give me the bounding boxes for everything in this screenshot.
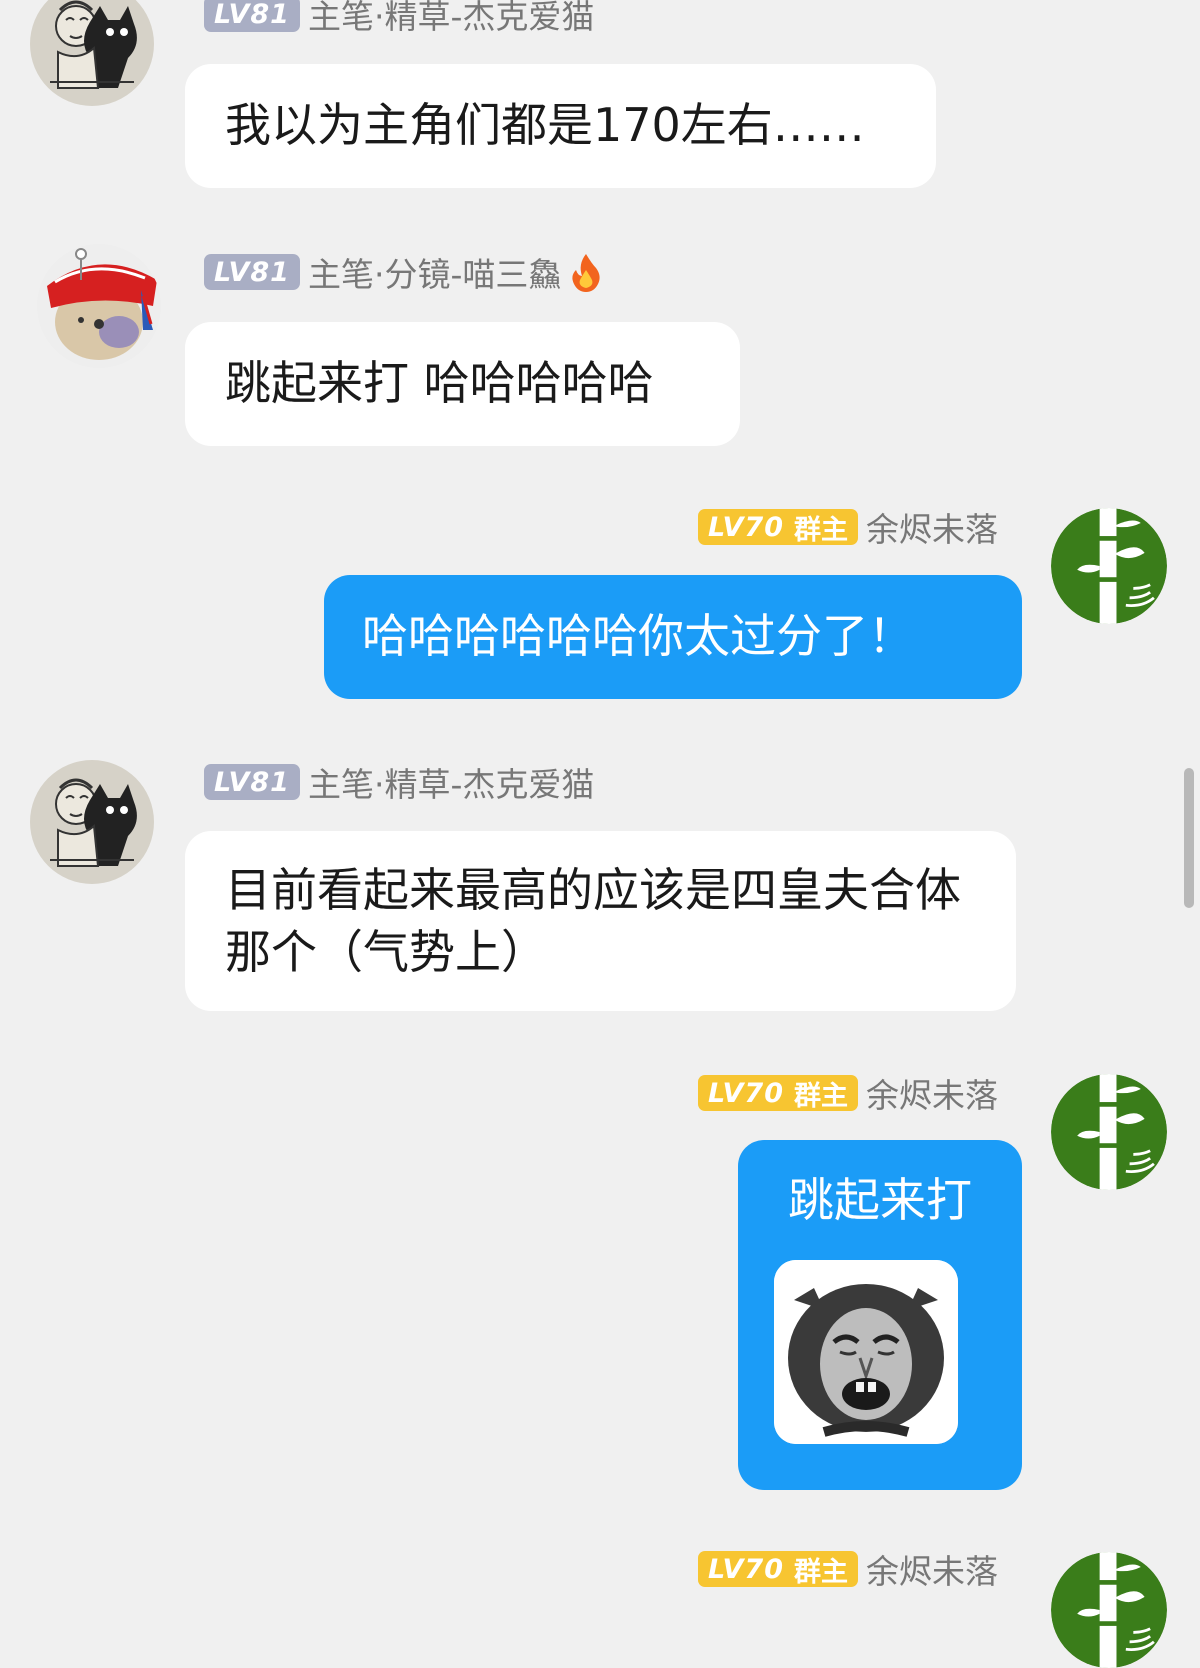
level-badge: LV70 群主 xyxy=(698,1075,858,1112)
level-badge: LV70 群主 xyxy=(698,509,858,546)
level-label: LV81 xyxy=(214,766,290,798)
sender-name[interactable]: 余烬未落 xyxy=(866,503,998,551)
message-meta: LV70 群主 余烬未落 xyxy=(698,507,998,549)
scrollbar-thumb[interactable] xyxy=(1184,768,1194,908)
level-label: LV81 xyxy=(214,0,290,30)
sender-name[interactable]: 余烬未落 xyxy=(866,1545,998,1593)
sender-avatar[interactable] xyxy=(30,0,154,106)
sender-name[interactable]: 主笔·分镜-喵三鱻 xyxy=(308,248,561,296)
sender-avatar[interactable] xyxy=(1051,1552,1167,1668)
sticker-message-bubble[interactable]: 跳起来打 xyxy=(738,1140,1022,1490)
level-badge: LV81 xyxy=(204,0,300,32)
bamboo-avatar-icon xyxy=(1051,1552,1167,1668)
sticker-caption: 跳起来打 xyxy=(788,1173,972,1227)
level-badge: LV81 xyxy=(204,764,300,800)
message-bubble[interactable]: 我以为主角们都是170左右…… xyxy=(185,64,936,188)
message-meta: LV70 群主 余烬未落 xyxy=(698,1549,998,1591)
sender-avatar[interactable] xyxy=(1051,1074,1167,1190)
message-meta: LV81 主笔·精草-杰克爱猫 xyxy=(204,762,594,804)
level-badge: LV70 群主 xyxy=(698,1551,858,1588)
sender-avatar[interactable] xyxy=(1051,508,1167,624)
message-bubble[interactable]: 跳起来打 哈哈哈哈哈 xyxy=(185,322,740,446)
red-hat-dog-avatar-icon xyxy=(37,244,161,368)
level-label: LV70 xyxy=(708,1553,784,1585)
message-meta: LV81 主笔·分镜-喵三鱻 xyxy=(204,252,603,294)
sender-avatar[interactable] xyxy=(37,244,161,368)
sender-name[interactable]: 主笔·精草-杰克爱猫 xyxy=(308,0,594,38)
sender-name[interactable]: 主笔·精草-杰克爱猫 xyxy=(308,758,594,806)
bamboo-avatar-icon xyxy=(1051,508,1167,624)
message-bubble[interactable]: 哈哈哈哈哈哈你太过分了！ xyxy=(324,575,1022,699)
fire-icon xyxy=(572,254,600,292)
crying-face-meme-sticker-icon[interactable] xyxy=(774,1260,958,1444)
cat-cartoon-avatar-icon xyxy=(30,760,154,884)
message-meta: LV70 群主 余烬未落 xyxy=(698,1073,998,1115)
level-label: LV81 xyxy=(214,256,290,288)
sender-name[interactable]: 余烬未落 xyxy=(866,1069,998,1117)
role-label: 群主 xyxy=(794,514,848,546)
sender-avatar[interactable] xyxy=(30,760,154,884)
bamboo-avatar-icon xyxy=(1051,1074,1167,1190)
role-label: 群主 xyxy=(794,1080,848,1112)
cat-cartoon-avatar-icon xyxy=(30,0,154,106)
level-badge: LV81 xyxy=(204,254,300,290)
message-meta: LV81 主笔·精草-杰克爱猫 xyxy=(204,0,594,36)
role-label: 群主 xyxy=(794,1556,848,1588)
level-label: LV70 xyxy=(708,511,784,543)
message-bubble[interactable]: 目前看起来最高的应该是四皇夫合体那个（气势上） xyxy=(185,831,1016,1011)
level-label: LV70 xyxy=(708,1077,784,1109)
